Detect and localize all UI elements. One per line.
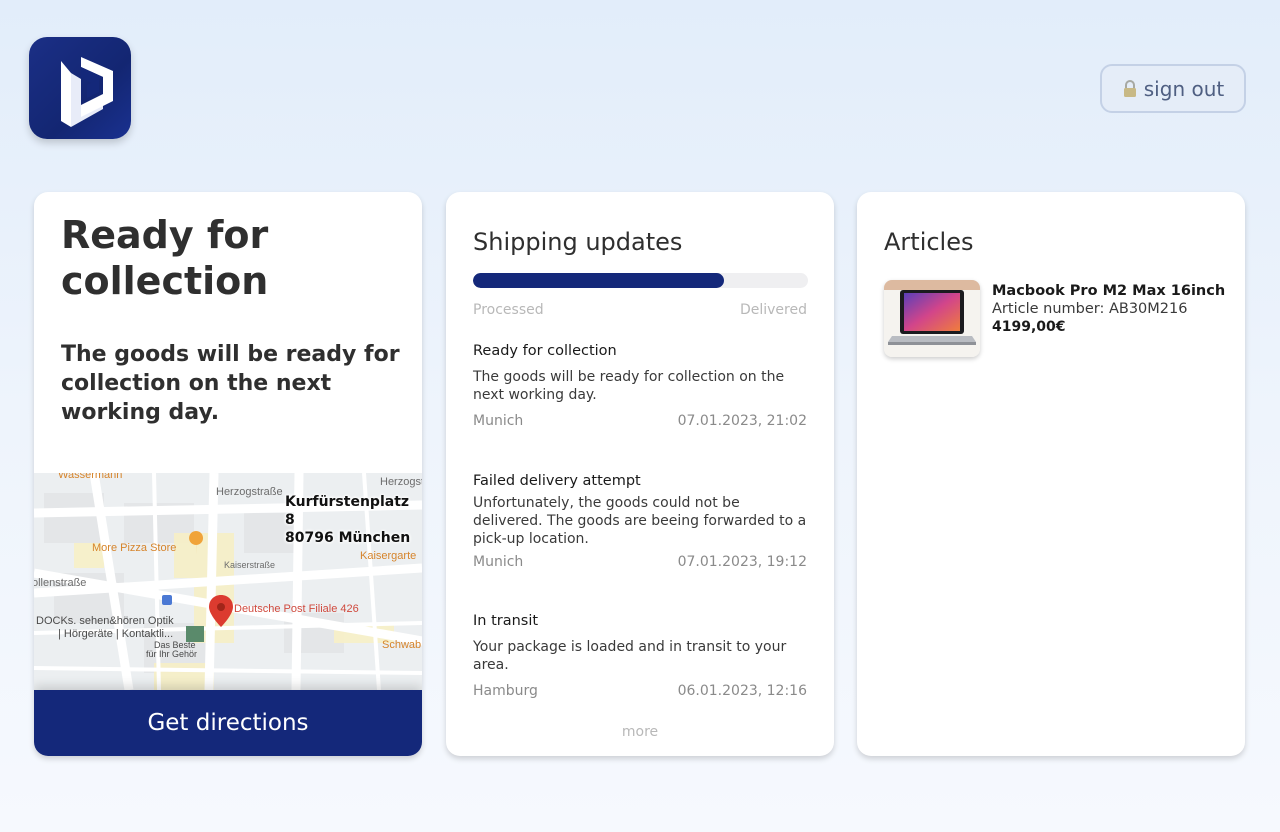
articles-card: Articles Macbook Pro M2 Max 16inch Artic…: [857, 192, 1245, 756]
more-updates-link[interactable]: more: [446, 724, 834, 740]
articles-title: Articles: [884, 228, 974, 256]
location-map[interactable]: Wassermann Herzogstraße Herzogst Kaisers…: [34, 473, 422, 690]
app-logo: [29, 37, 131, 139]
status-description: The goods will be ready for collection o…: [61, 342, 400, 425]
shipping-title: Shipping updates: [473, 228, 683, 256]
svg-text:Herzogst: Herzogst: [380, 476, 422, 488]
update-title: In transit: [473, 613, 539, 629]
update-location: Munich: [473, 413, 524, 429]
svg-text:Schwab: Schwab: [382, 639, 421, 651]
get-directions-button[interactable]: Get directions: [34, 690, 422, 756]
address-line1: Kurfürstenplatz 8: [285, 494, 410, 528]
update-meta: Munich 07.01.2023, 21:02: [473, 413, 813, 429]
status-title: Ready for collection: [61, 213, 269, 303]
article-item[interactable]: Macbook Pro M2 Max 16inch Article number…: [884, 280, 1225, 357]
progress-end-label: Delivered: [739, 302, 807, 318]
update-item: Failed delivery attempt Unfortunately, t…: [473, 473, 813, 570]
svg-text:Kaisergarte: Kaisergarte: [360, 550, 416, 562]
update-meta: Munich 07.01.2023, 19:12: [473, 554, 813, 570]
update-datetime: 07.01.2023, 19:12: [677, 554, 807, 570]
shipping-progress-bar: [473, 273, 808, 288]
lock-icon: [1123, 79, 1136, 97]
svg-text:Deutsche Post Filiale 426: Deutsche Post Filiale 426: [234, 603, 359, 615]
address-line2: 80796 München: [285, 530, 411, 546]
svg-text:DOCKs. sehen&hören Optik: DOCKs. sehen&hören Optik: [36, 615, 174, 627]
shipping-updates-card: Shipping updates Processed Delivered Rea…: [446, 192, 834, 756]
article-image: [884, 280, 980, 357]
shipping-progress-fill: [473, 273, 725, 288]
update-location: Hamburg: [473, 683, 538, 699]
status-card: Ready for collection The goods will be r…: [34, 192, 422, 756]
update-meta: Hamburg 06.01.2023, 12:16: [473, 683, 813, 699]
svg-text:| Hörgeräte | Kontaktli...: | Hörgeräte | Kontaktli...: [58, 628, 173, 640]
update-item: Ready for collection The goods will be r…: [473, 343, 813, 429]
svg-text:Herzogstraße: Herzogstraße: [216, 486, 283, 498]
laptop-icon: [884, 280, 980, 357]
update-item: In transit Your package is loaded and in…: [473, 613, 813, 699]
svg-text:für Ihr Gehör: für Ihr Gehör: [146, 649, 197, 659]
article-name: Macbook Pro M2 Max 16inch: [992, 283, 1226, 299]
update-datetime: 07.01.2023, 21:02: [677, 413, 807, 429]
update-text: Your package is loaded and in transit to…: [473, 639, 787, 673]
update-text: The goods will be ready for collection o…: [473, 369, 785, 403]
collection-address: Kurfürstenplatz 8 80796 München: [285, 493, 422, 547]
update-text: Unfortunately, the goods could not be de…: [473, 495, 807, 547]
article-info: Macbook Pro M2 Max 16inch Article number…: [992, 280, 1225, 357]
svg-text:ollenstraße: ollenstraße: [34, 577, 86, 589]
update-title: Failed delivery attempt: [473, 473, 641, 489]
svg-text:Kaiserstraße: Kaiserstraße: [224, 560, 275, 570]
logo-mark-icon: [61, 57, 113, 127]
svg-text:Wassermann: Wassermann: [58, 473, 122, 481]
sign-out-button[interactable]: sign out: [1100, 64, 1246, 113]
update-title: Ready for collection: [473, 343, 617, 359]
svg-text:More Pizza Store: More Pizza Store: [92, 542, 176, 554]
update-datetime: 06.01.2023, 12:16: [677, 683, 807, 699]
article-price: 4199,00€: [992, 319, 1066, 335]
progress-start-label: Processed: [473, 302, 544, 318]
article-number: Article number: AB30M216: [992, 301, 1188, 317]
update-location: Munich: [473, 554, 524, 570]
sign-out-label: sign out: [1143, 76, 1225, 101]
